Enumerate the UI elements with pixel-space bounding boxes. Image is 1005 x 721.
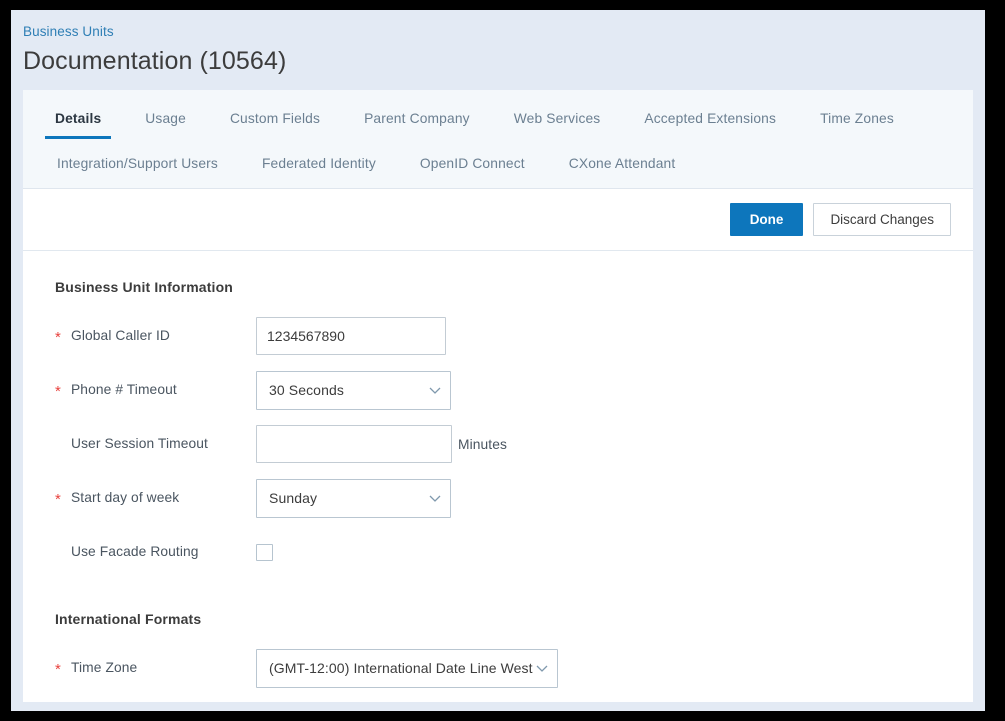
required-marker: * [55,491,61,508]
control-global-caller-id [256,317,446,355]
section-heading-international-formats: International Formats [55,611,202,627]
required-marker: * [55,661,61,678]
start-day-of-week-select[interactable]: Sunday [256,478,451,518]
global-caller-id-input[interactable] [256,317,446,355]
section-heading-business-unit-information: Business Unit Information [55,279,233,295]
phone-timeout-selected-value: 30 Seconds [269,382,344,398]
tab-web-services[interactable]: Web Services [492,111,623,139]
start-day-of-week-selected-value: Sunday [269,490,318,506]
field-row-global-caller-id: * Global Caller ID [55,309,973,363]
required-marker: * [55,383,61,400]
tab-parent-company[interactable]: Parent Company [342,111,492,139]
required-marker [55,551,71,554]
use-facade-routing-checkbox[interactable] [256,543,273,561]
content-card: Details Usage Custom Fields Parent Compa… [23,90,973,702]
done-button[interactable]: Done [729,202,804,237]
tab-row-primary: Details Usage Custom Fields Parent Compa… [23,90,973,139]
tab-federated-identity[interactable]: Federated Identity [240,156,398,171]
page-title: Documentation (10564) [23,47,287,75]
label-user-session-timeout: User Session Timeout [71,436,208,452]
control-time-zone: (GMT-12:00) International Date Line West [256,648,558,688]
required-marker [55,443,71,446]
tab-custom-fields[interactable]: Custom Fields [208,111,342,139]
tab-details[interactable]: Details [33,111,123,139]
chevron-down-icon [535,661,549,675]
tab-accepted-extensions[interactable]: Accepted Extensions [622,111,798,139]
tab-openid-connect[interactable]: OpenID Connect [398,156,547,171]
control-start-day-of-week: Sunday [256,478,451,518]
field-row-time-zone: * Time Zone (GMT-12:00) International Da… [55,641,973,695]
user-session-timeout-unit-label: Minutes [458,436,508,452]
chevron-down-icon [428,383,442,397]
field-row-start-day-of-week: * Start day of week Sunday [55,471,973,525]
user-session-timeout-input[interactable] [256,425,452,463]
application-window: Business Units Documentation (10564) Det… [11,10,985,711]
control-phone-timeout: 30 Seconds [256,370,451,410]
time-zone-select[interactable]: (GMT-12:00) International Date Line West [256,648,558,688]
tab-bar: Details Usage Custom Fields Parent Compa… [23,90,973,189]
label-start-day-of-week: Start day of week [71,490,180,506]
tab-integration-support-users[interactable]: Integration/Support Users [35,156,240,171]
required-marker: * [55,329,61,346]
control-user-session-timeout [256,425,452,463]
page-header: Business Units Documentation (10564) [11,10,985,90]
control-use-facade-routing [256,543,273,561]
tab-cxone-attendant[interactable]: CXone Attendant [547,156,698,171]
phone-timeout-select[interactable]: 30 Seconds [256,370,451,410]
action-bar: Done Discard Changes [23,189,973,251]
tab-usage[interactable]: Usage [123,111,208,139]
form-body: Business Unit Information * Global Calle… [23,251,973,695]
field-row-user-session-timeout: User Session Timeout Minutes [55,417,973,471]
field-row-phone-timeout: * Phone # Timeout 30 Seconds [55,363,973,417]
tab-row-secondary: Integration/Support Users Federated Iden… [23,139,973,188]
chevron-down-icon [428,491,442,505]
breadcrumb-business-units[interactable]: Business Units [23,24,114,39]
label-phone-timeout: Phone # Timeout [71,382,177,398]
time-zone-selected-value: (GMT-12:00) International Date Line West [269,660,533,676]
tab-time-zones[interactable]: Time Zones [798,111,916,139]
discard-changes-button[interactable]: Discard Changes [813,202,951,237]
label-global-caller-id: Global Caller ID [71,328,170,344]
label-use-facade-routing: Use Facade Routing [71,544,199,560]
label-time-zone: Time Zone [71,660,138,676]
field-row-use-facade-routing: Use Facade Routing [55,525,973,579]
